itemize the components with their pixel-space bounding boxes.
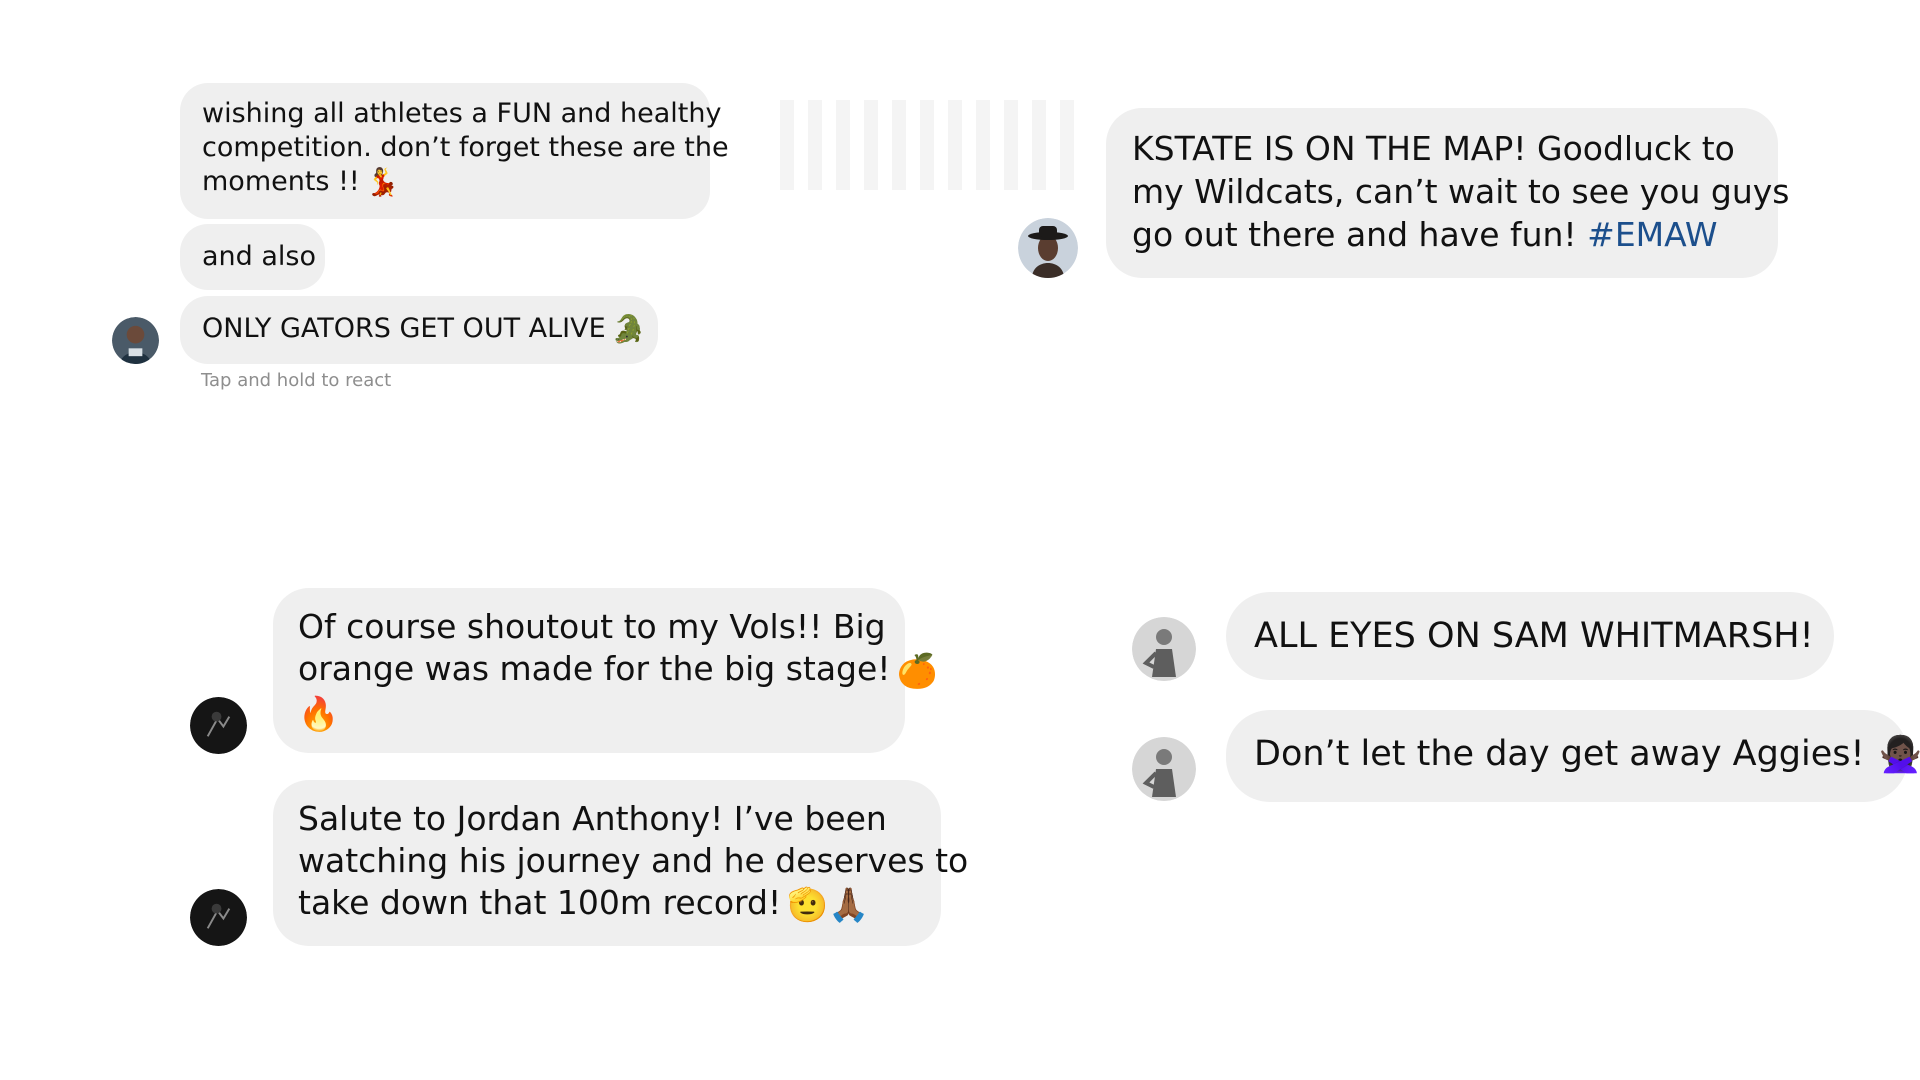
- salute-pray-emoji-icon: 🫡🙏🏾: [787, 884, 870, 924]
- avatar-dark-icon[interactable]: [190, 697, 247, 754]
- message-text: ALL EYES ON SAM WHITMARSH!: [1254, 616, 1814, 656]
- message-line: my Wildcats, can’t wait to see you guys: [1132, 172, 1790, 211]
- message-line: Salute to Jordan Anthony! I’ve been: [298, 799, 887, 838]
- message-text: ONLY GATORS GET OUT ALIVE: [202, 313, 606, 344]
- message-line: 🔥: [298, 692, 880, 736]
- message-line: KSTATE IS ON THE MAP! Goodluck to: [1132, 129, 1735, 168]
- message-text: take down that 100m record!: [298, 883, 782, 922]
- message-bubble[interactable]: Don’t let the day get away Aggies! 🙅🏿‍♀️: [1226, 710, 1920, 802]
- avatar-cowboy-hat-icon[interactable]: [1018, 218, 1078, 278]
- message-line: watching his journey and he deserves to: [298, 841, 969, 880]
- faded-header-bar: [780, 100, 1080, 190]
- message-text: moments !!: [202, 166, 360, 197]
- message-line: wishing all athletes a FUN and healthy: [202, 98, 722, 129]
- woman-gesturing-no-emoji-icon: 🙅🏿‍♀️: [1878, 735, 1920, 775]
- message-text: Don’t let the day get away Aggies!: [1254, 734, 1865, 774]
- message-line: orange was made for the big stage! 🍊: [298, 648, 938, 692]
- hashtag-link[interactable]: #EMAW: [1587, 215, 1717, 254]
- message-bubble[interactable]: ONLY GATORS GET OUT ALIVE 🐊: [180, 296, 658, 364]
- crocodile-emoji-icon: 🐊: [611, 313, 646, 345]
- avatar-athlete-icon[interactable]: [112, 317, 159, 364]
- message-text: orange was made for the big stage!: [298, 649, 891, 688]
- orange-emoji-icon: 🍊: [896, 650, 938, 690]
- message-bubble[interactable]: KSTATE IS ON THE MAP! Goodluck to my Wil…: [1106, 108, 1790, 278]
- fire-emoji-icon: 🔥: [298, 694, 340, 733]
- message-text: go out there and have fun!: [1132, 215, 1577, 254]
- message-bubble[interactable]: Salute to Jordan Anthony! I’ve been watc…: [273, 780, 969, 946]
- message-bubble[interactable]: ALL EYES ON SAM WHITMARSH!: [1226, 592, 1834, 680]
- message-line: Of course shoutout to my Vols!! Big: [298, 607, 886, 646]
- message-line: competition. don’t forget these are the: [202, 132, 729, 163]
- avatar-gray-icon[interactable]: [1132, 617, 1196, 681]
- dancer-emoji-icon: 💃: [365, 166, 400, 198]
- message-line: take down that 100m record! 🫡🙏🏾: [298, 882, 916, 926]
- tap-hold-hint: Tap and hold to react: [201, 370, 392, 391]
- message-bubble[interactable]: Of course shoutout to my Vols!! Big oran…: [273, 588, 938, 753]
- avatar-gray-icon[interactable]: [1132, 737, 1196, 801]
- message-line: moments !! 💃: [202, 165, 688, 200]
- avatar-dark-icon[interactable]: [190, 889, 247, 946]
- message-line: go out there and have fun! #EMAW: [1132, 213, 1752, 256]
- screenshot-collage: wishing all athletes a FUN and healthy c…: [0, 0, 1920, 1080]
- message-text: and also: [202, 241, 317, 272]
- message-bubble[interactable]: and also: [180, 224, 325, 290]
- message-bubble[interactable]: wishing all athletes a FUN and healthy c…: [180, 83, 729, 219]
